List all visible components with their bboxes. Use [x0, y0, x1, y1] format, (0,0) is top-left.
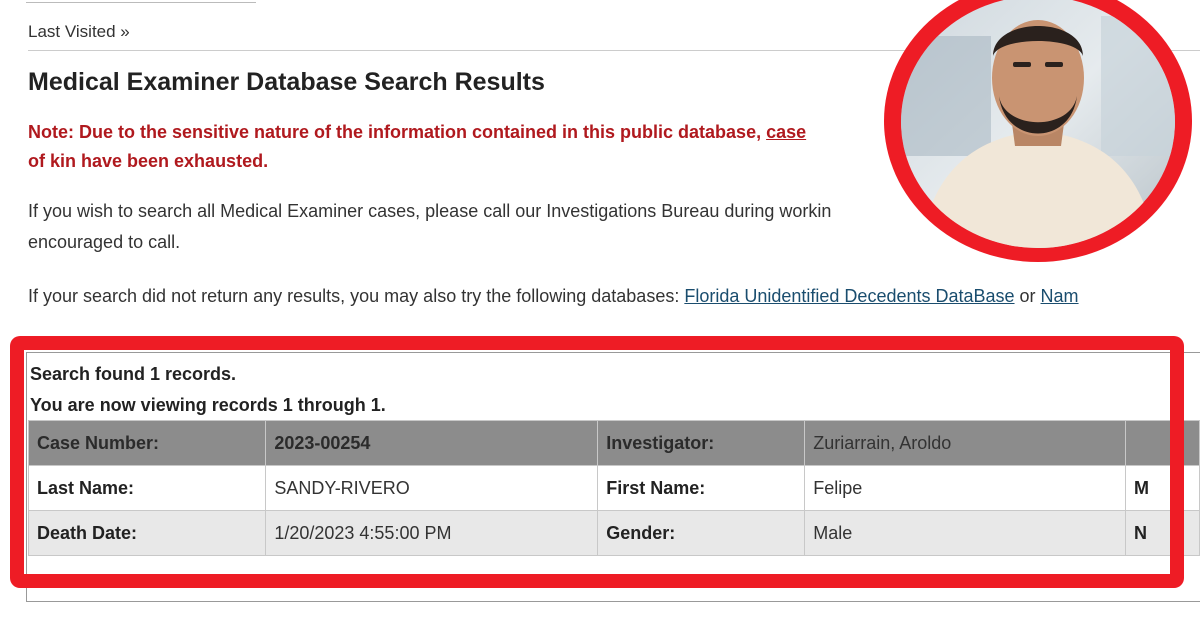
person-photo-illustration: [901, 0, 1175, 248]
search-info-line2: encouraged to call.: [28, 232, 181, 252]
breadcrumb[interactable]: Last Visited »: [28, 22, 130, 42]
note-text: Note: Due to the sensitive nature of the…: [28, 122, 767, 142]
alternate-databases-text: If your search did not return any result…: [28, 286, 685, 306]
page: Last Visited » Medical Examiner Database…: [0, 0, 1200, 630]
note-link[interactable]: case: [766, 122, 806, 142]
namus-link[interactable]: Nam: [1041, 286, 1079, 306]
person-photo: [901, 0, 1175, 248]
link-separator: or: [1014, 286, 1041, 306]
florida-unidentified-decedents-link[interactable]: Florida Unidentified Decedents DataBase: [684, 286, 1014, 306]
top-divider: [26, 0, 256, 3]
page-title: Medical Examiner Database Search Results: [28, 68, 545, 96]
alternate-databases-paragraph: If your search did not return any result…: [28, 286, 1079, 307]
red-highlight-box: [10, 336, 1184, 588]
search-info-line1: If you wish to search all Medical Examin…: [28, 201, 832, 221]
note-text-line2: of kin have been exhausted.: [28, 151, 269, 171]
